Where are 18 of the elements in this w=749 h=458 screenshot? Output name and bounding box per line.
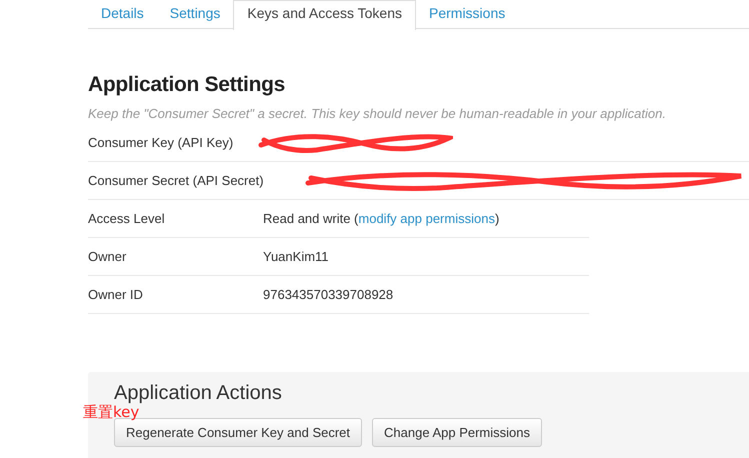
field-label: Owner ID	[88, 287, 144, 302]
action-button[interactable]: Change App Permissions	[372, 418, 542, 447]
field-value: 976343570339708928	[263, 287, 394, 302]
tab[interactable]: Keys and Access Tokens	[233, 0, 416, 30]
annotation-text: 重置key	[83, 404, 140, 420]
tab[interactable]: Permissions	[416, 0, 518, 29]
access-level-value: Read and write (modify app permissions)	[263, 211, 500, 226]
field-label: Access Level	[88, 211, 166, 226]
tab[interactable]: Details	[88, 0, 157, 29]
section-title: Application Settings	[88, 73, 286, 97]
field-label: Consumer Secret (API Secret)	[88, 173, 263, 188]
tab[interactable]: Settings	[156, 0, 234, 29]
field-label: Consumer Key (API Key)	[88, 135, 234, 150]
secret-note: Keep the "Consumer Secret" a secret. This key should never be human-readable in your application.	[88, 106, 667, 121]
field-label: Owner	[88, 249, 128, 264]
section-title: Application Actions	[114, 382, 283, 405]
field-value: YuanKim11	[263, 249, 329, 264]
modify-permissions-link[interactable]: modify app permissions	[358, 211, 495, 226]
